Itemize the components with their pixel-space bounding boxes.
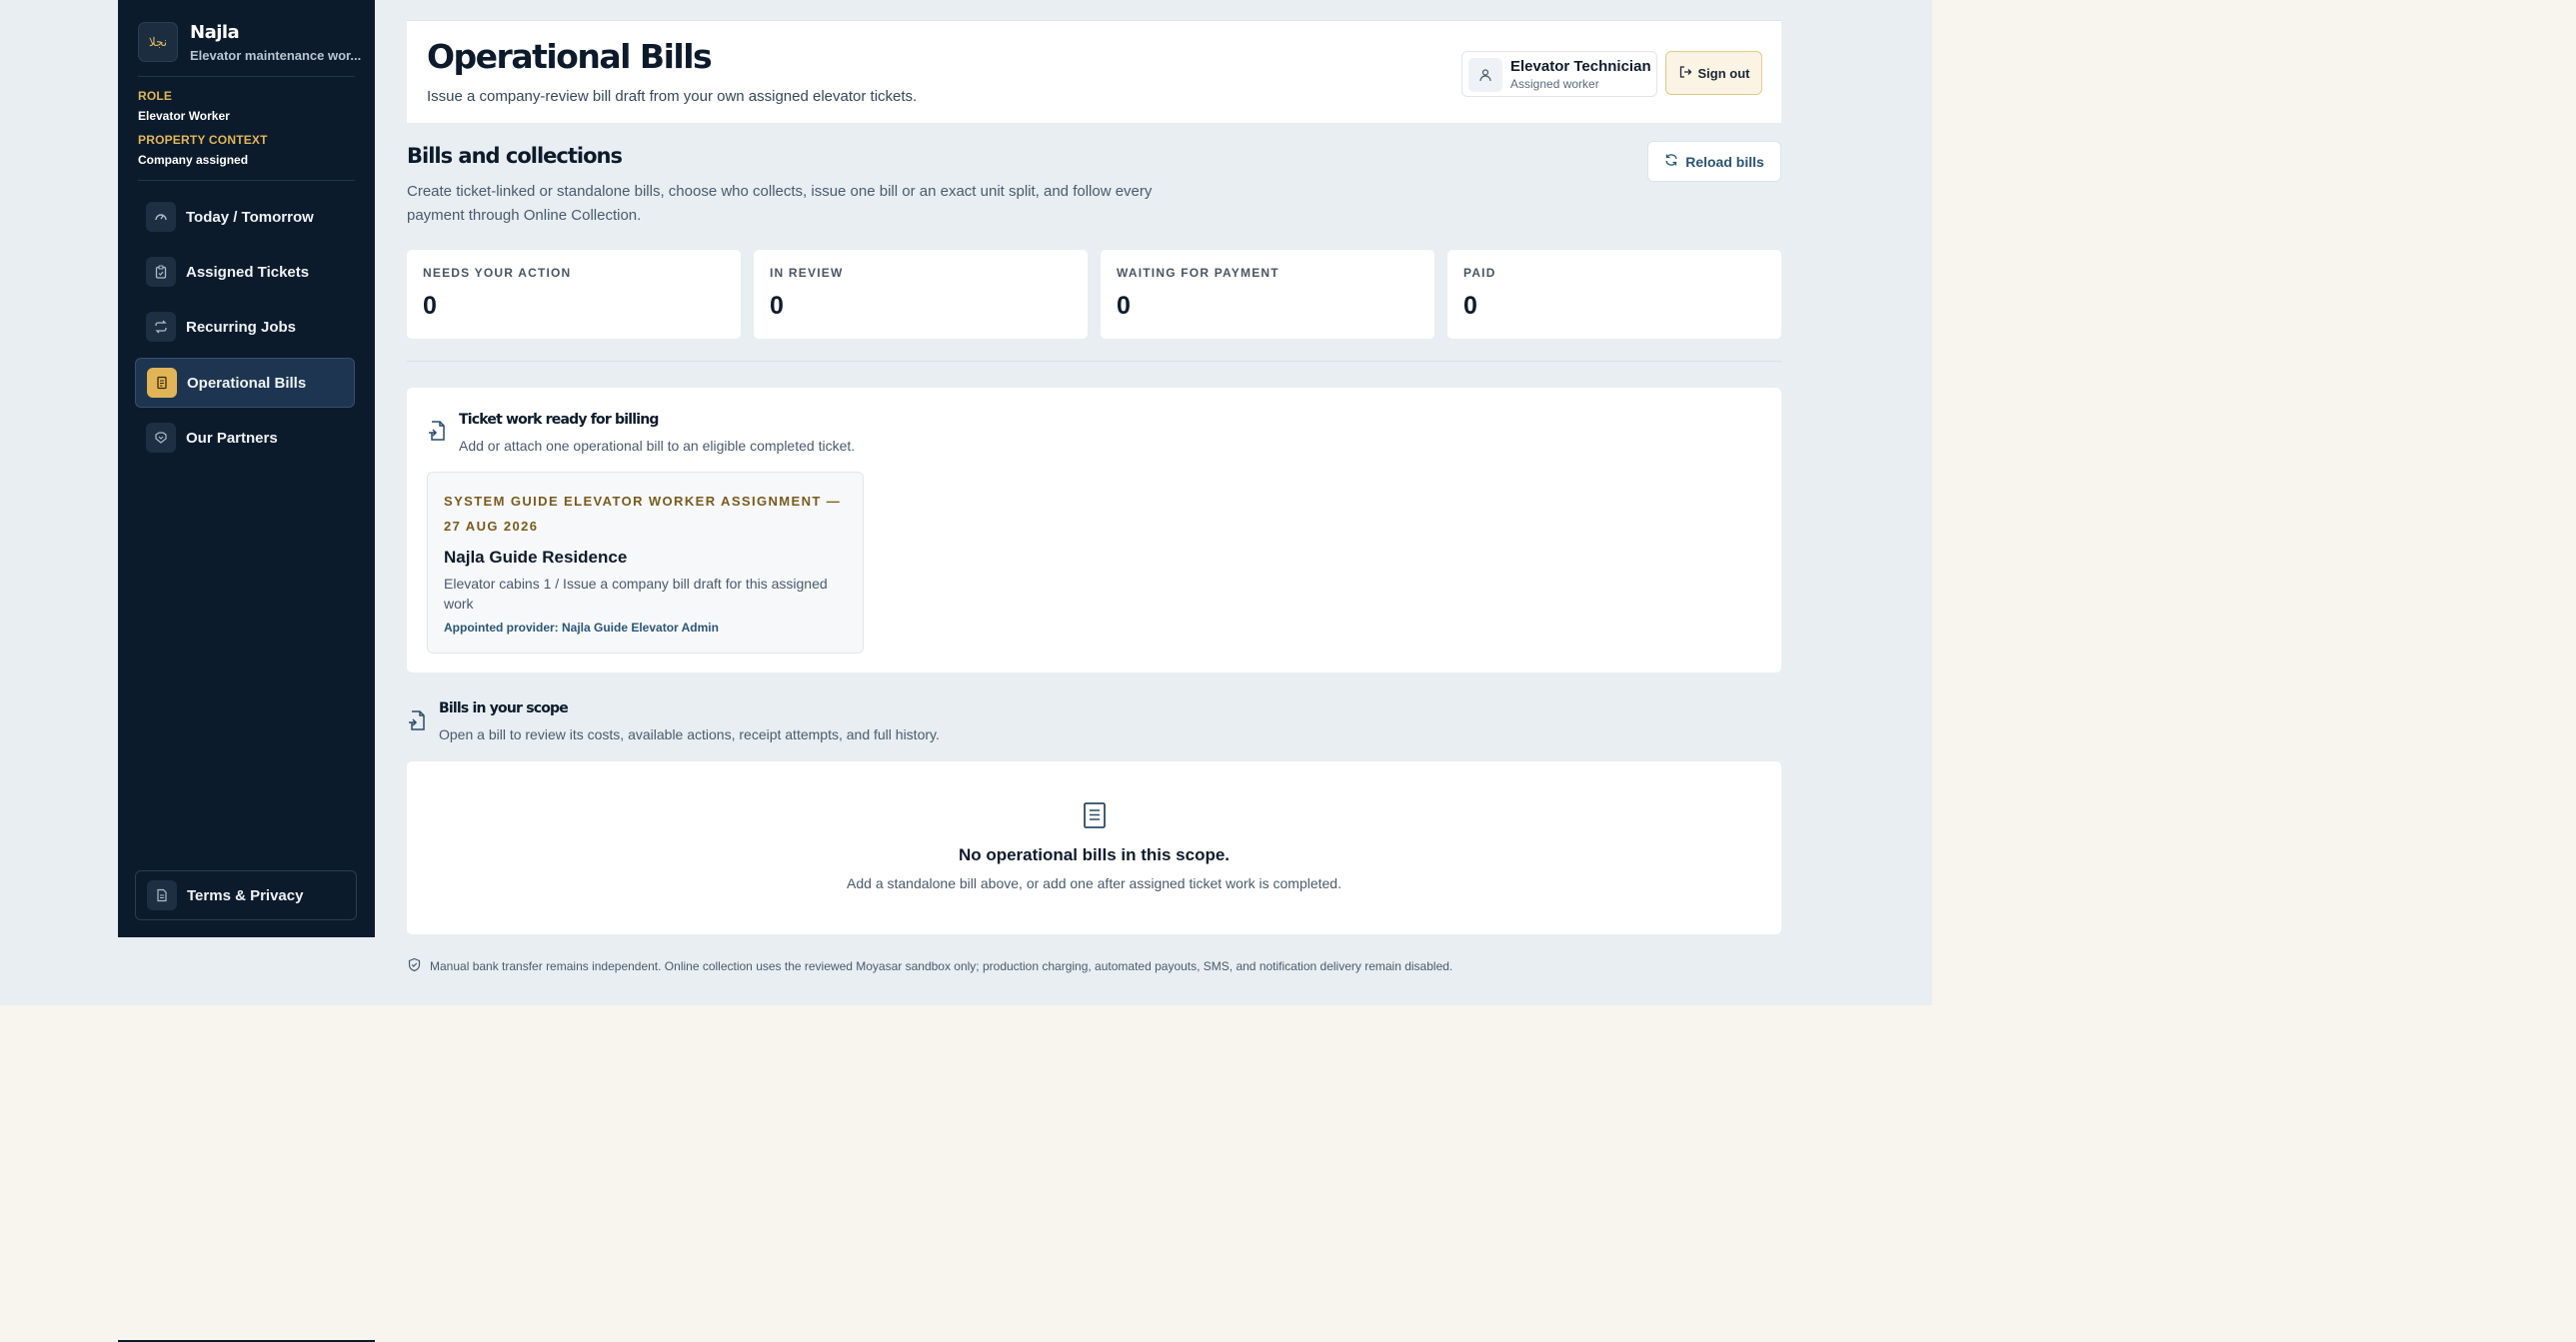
ticket-description: Elevator cabins 1 / Issue a company bill… <box>444 576 828 612</box>
sidebar-item-assigned-tickets[interactable]: Assigned Tickets <box>135 247 355 297</box>
ticket-work-description: Add or attach one operational bill to an… <box>459 438 856 454</box>
page-header: Operational Bills Issue a company-review… <box>407 20 1781 123</box>
sidebar-item-label: Our Partners <box>186 429 278 447</box>
stat-card-in-review[interactable]: IN REVIEW 0 <box>754 250 1088 339</box>
app-shell: نجلا Najla Elevator maintenance wor... R… <box>0 0 1932 1005</box>
bills-section-title: Bills and collections <box>407 144 623 168</box>
sidebar-item-label: Today / Tomorrow <box>186 208 314 226</box>
brand-name: Najla <box>190 22 240 43</box>
user-role: Assigned worker <box>1510 77 1599 91</box>
sidebar-item-operational-bills[interactable]: Operational Bills <box>135 358 355 408</box>
footer-note: Manual bank transfer remains independent… <box>407 957 1452 975</box>
sign-out-icon <box>1678 65 1692 82</box>
context-value: Company assigned <box>138 153 249 167</box>
clipboard-icon <box>146 257 176 287</box>
document-icon <box>147 880 177 910</box>
page-subtitle: Issue a company-review bill draft from y… <box>427 88 918 105</box>
receipt-icon <box>1083 801 1107 829</box>
ticket-provider: Appointed provider: Najla Guide Elevator… <box>444 621 719 635</box>
brand-logo: نجلا <box>138 22 178 62</box>
stat-card-paid[interactable]: PAID 0 <box>1447 250 1781 339</box>
refresh-icon <box>1664 153 1678 170</box>
reload-bills-button[interactable]: Reload bills <box>1647 141 1781 182</box>
receipt-icon <box>147 368 177 398</box>
reload-bills-label: Reload bills <box>1685 153 1764 170</box>
empty-state-description: Add a standalone bill above, or add one … <box>847 875 1341 891</box>
sidebar-item-today-tomorrow[interactable]: Today / Tomorrow <box>135 192 355 242</box>
stat-label: IN REVIEW <box>770 266 844 280</box>
file-add-icon <box>427 420 449 442</box>
user-name: Elevator Technician <box>1510 58 1651 75</box>
sign-out-label: Sign out <box>1697 65 1750 81</box>
role-value: Elevator Worker <box>138 109 230 123</box>
stat-value: 0 <box>770 292 784 320</box>
terms-label: Terms & Privacy <box>187 886 304 904</box>
stat-card-needs-action[interactable]: NEEDS YOUR ACTION 0 <box>407 250 741 339</box>
ticket-card[interactable]: SYSTEM GUIDE ELEVATOR WORKER ASSIGNMENT … <box>427 472 864 654</box>
stat-value: 0 <box>423 292 437 320</box>
user-chip[interactable]: Elevator Technician Assigned worker <box>1461 51 1657 97</box>
sidebar-item-label: Operational Bills <box>187 374 307 392</box>
divider <box>138 180 355 181</box>
stat-card-waiting-payment[interactable]: WAITING FOR PAYMENT 0 <box>1101 250 1434 339</box>
sidebar: نجلا Najla Elevator maintenance wor... R… <box>118 0 375 937</box>
context-label: PROPERTY CONTEXT <box>138 133 268 147</box>
divider <box>138 76 355 77</box>
scope-description: Open a bill to review its costs, availab… <box>439 726 940 742</box>
ticket-work-title: Ticket work ready for billing <box>459 412 659 428</box>
sidebar-item-label: Assigned Tickets <box>186 263 310 281</box>
handshake-icon <box>146 423 176 453</box>
gauge-icon <box>146 202 176 232</box>
divider <box>407 361 1781 362</box>
stat-value: 0 <box>1463 292 1477 320</box>
page-title: Operational Bills <box>427 37 713 76</box>
brand-subtitle: Elevator maintenance wor... <box>190 48 362 63</box>
scope-title: Bills in your scope <box>439 700 569 716</box>
brand[interactable]: نجلا Najla Elevator maintenance wor... <box>138 20 362 64</box>
empty-state: No operational bills in this scope. Add … <box>407 761 1781 934</box>
file-add-icon <box>407 709 429 731</box>
bills-section-description: Create ticket-linked or standalone bills… <box>407 183 1153 224</box>
footer-note-text: Manual bank transfer remains independent… <box>430 959 1453 973</box>
role-label: ROLE <box>138 89 173 103</box>
terms-privacy-link[interactable]: Terms & Privacy <box>135 870 357 920</box>
stat-label: WAITING FOR PAYMENT <box>1117 266 1280 280</box>
shield-check-icon <box>407 957 422 975</box>
ticket-kicker: SYSTEM GUIDE ELEVATOR WORKER ASSIGNMENT … <box>444 494 842 534</box>
ticket-name: Najla Guide Residence <box>444 548 628 567</box>
ticket-work-card: Ticket work ready for billing Add or att… <box>407 388 1781 672</box>
sign-out-button[interactable]: Sign out <box>1665 51 1762 95</box>
stat-label: NEEDS YOUR ACTION <box>423 266 572 280</box>
stat-label: PAID <box>1463 266 1496 280</box>
sidebar-item-our-partners[interactable]: Our Partners <box>135 413 355 463</box>
sidebar-item-label: Recurring Jobs <box>186 318 297 336</box>
repeat-icon <box>146 312 176 342</box>
stat-value: 0 <box>1117 292 1131 320</box>
sidebar-item-recurring-jobs[interactable]: Recurring Jobs <box>135 302 355 352</box>
user-icon <box>1468 58 1502 92</box>
empty-state-title: No operational bills in this scope. <box>958 845 1231 864</box>
